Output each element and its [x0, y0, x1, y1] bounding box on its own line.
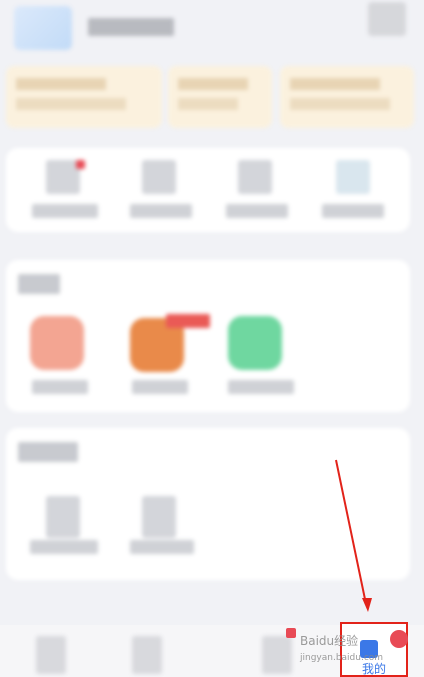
baidu-watermark: Baidu经验 jingyan.baidu.com — [300, 634, 384, 663]
annotation-arrow — [335, 459, 372, 612]
